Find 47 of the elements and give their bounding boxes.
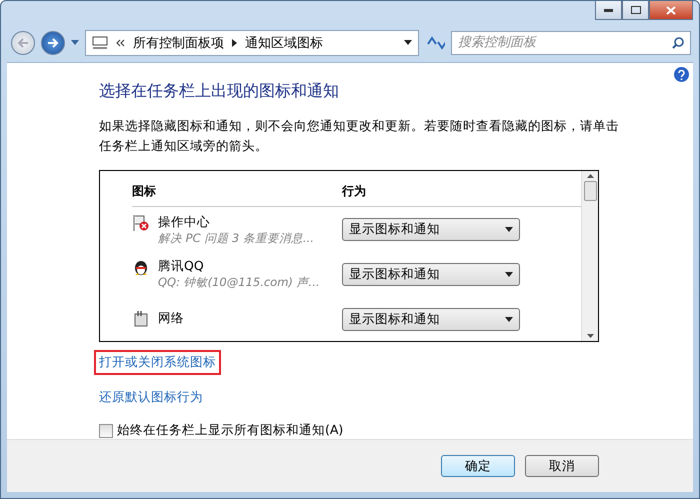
dropdown-caret-icon (505, 272, 513, 277)
always-show-checkbox[interactable]: 始终在任务栏上显示所有图标和通知(A) (99, 422, 693, 440)
icon-detail: 解决 PC 问题 3 条重要消息... (158, 230, 314, 246)
minimize-icon (604, 8, 613, 12)
scroll-thumb[interactable] (584, 181, 596, 202)
dropdown-caret-icon[interactable] (404, 40, 412, 46)
penguin-icon (132, 258, 150, 276)
link[interactable]: 还原默认图标行为 (96, 387, 206, 408)
back-arrow-icon (17, 38, 29, 48)
network-icon (132, 310, 150, 328)
dropdown-caret-icon (505, 316, 513, 322)
breadcrumb-item[interactable]: 所有控制面板项 (133, 34, 224, 52)
breadcrumb-item[interactable]: 通知区域图标 (245, 34, 323, 52)
link[interactable]: 打开或关闭系统图标 (96, 352, 219, 374)
search-icon[interactable] (672, 36, 684, 49)
close-icon (666, 6, 676, 14)
behavior-dropdown[interactable]: 显示图标和通知 (342, 218, 520, 242)
close-button[interactable] (649, 1, 693, 20)
icon-detail: QQ: 钟敏(10@115.com) 声... (158, 275, 320, 290)
search-field[interactable]: 搜索控制面板 (451, 30, 691, 55)
dialog-button[interactable]: 确定 (441, 455, 515, 478)
behavior-dropdown[interactable]: 显示图标和通知 (342, 308, 520, 331)
description-text: 如果选择隐藏图标和通知，则不会向您通知更改和更新。若要随时查看隐藏的图标，请单击任务栏上通知区域旁的箭头。 (99, 117, 619, 156)
behavior-dropdown[interactable]: 显示图标和通知 (342, 262, 520, 286)
minimize-button[interactable] (595, 1, 622, 20)
column-header: 图标 (132, 183, 157, 200)
address-bar[interactable]: 所有控制面板项 通知区域图标 (85, 30, 419, 56)
help-icon[interactable] (674, 67, 689, 82)
scrollbar[interactable] (581, 171, 598, 342)
icon-name: 腾讯QQ (158, 258, 205, 276)
scroll-up-arrow-icon[interactable] (586, 174, 594, 178)
column-header: 行为 (342, 183, 367, 200)
double-chevron-icon (116, 38, 125, 47)
chevron-right-icon (232, 38, 237, 47)
dropdown-caret-icon (505, 227, 513, 232)
maximize-icon (630, 6, 640, 14)
dialog-button[interactable]: 取消 (525, 455, 599, 478)
scroll-down-arrow-icon[interactable] (586, 334, 594, 338)
forward-button[interactable] (41, 30, 65, 55)
flag-icon (132, 214, 150, 232)
computer-icon (92, 36, 108, 50)
back-button[interactable] (11, 30, 35, 55)
maximize-button[interactable] (622, 1, 649, 20)
icon-name: 网络 (158, 310, 184, 328)
icon-name: 操作中心 (158, 214, 211, 231)
page-heading: 选择在任务栏上出现的图标和通知 (99, 81, 340, 102)
forward-arrow-icon (47, 38, 59, 48)
